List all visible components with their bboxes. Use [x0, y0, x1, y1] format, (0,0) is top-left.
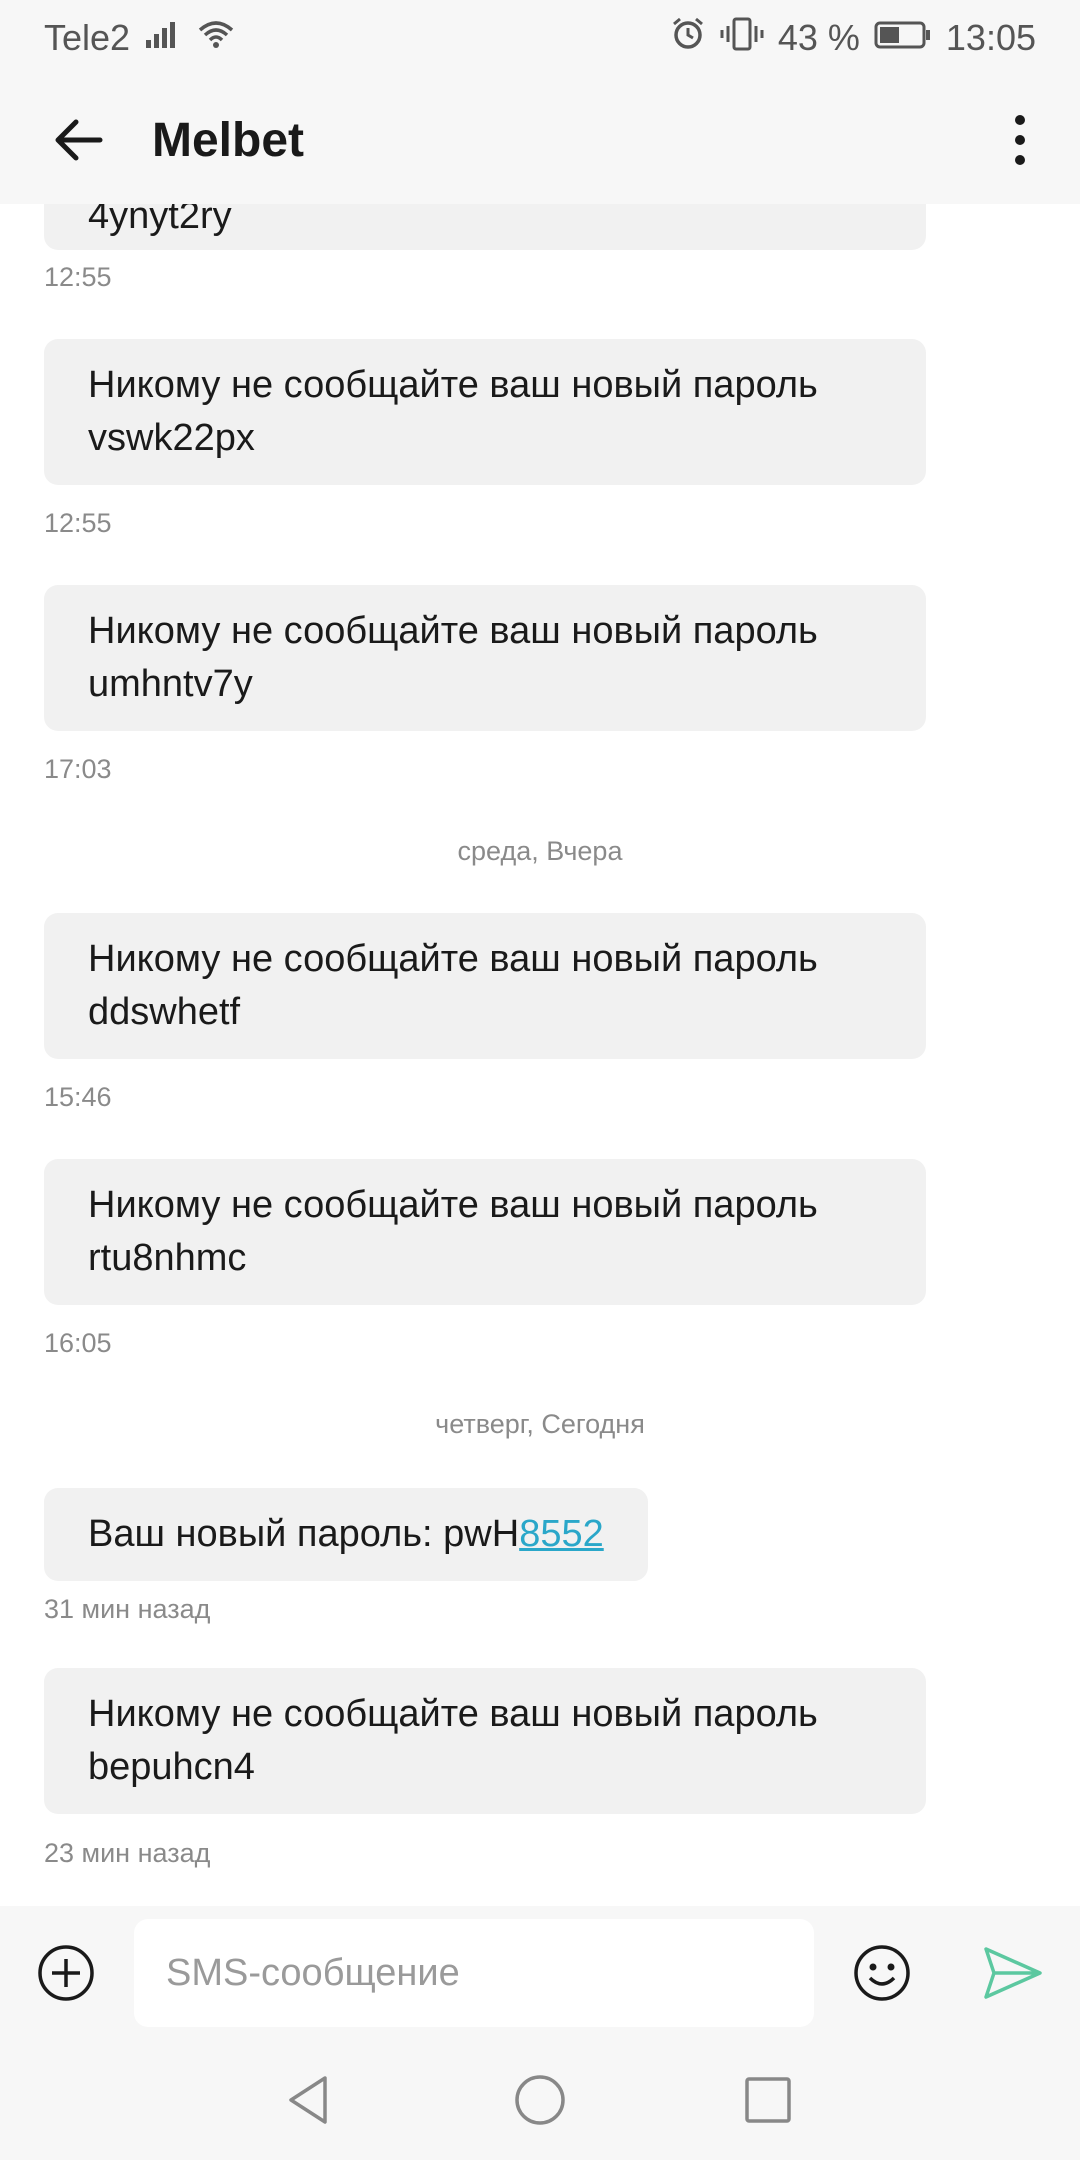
- message-line: Никому не сообщайте ваш новый пароль: [88, 938, 818, 980]
- message-time: 23 мин назад: [44, 1838, 211, 1868]
- message-bubble[interactable]: Никому не сообщайте ваш новый пароль vsw…: [44, 339, 926, 485]
- message-line: Никому не сообщайте ваш новый пароль: [88, 1693, 818, 1735]
- message-time: 16:05: [44, 1328, 112, 1358]
- message-bubble[interactable]: Ваш новый пароль: pwH8552: [44, 1488, 648, 1581]
- message-password: ddswhetf: [88, 991, 241, 1033]
- nav-home-icon: [515, 2075, 565, 2125]
- signal-icon: [144, 17, 182, 59]
- message-line: Никому не сообщайте ваш новый пароль: [88, 610, 818, 652]
- message-list[interactable]: 4ynyt2ry 12:55 Никому не сообщайте ваш н…: [0, 204, 1080, 1906]
- status-bar-right: 43 % 13:05: [670, 16, 1036, 61]
- message-password: umhntv7y: [88, 663, 253, 705]
- vibrate-icon: [720, 16, 764, 61]
- nav-home-button[interactable]: [510, 2070, 570, 2130]
- attach-button[interactable]: [36, 1943, 96, 2003]
- back-arrow-icon: [55, 119, 103, 161]
- message-bubble[interactable]: Никому не сообщайте ваш новый пароль rtu…: [44, 1159, 926, 1305]
- composer: [0, 1906, 1080, 2040]
- more-options-button[interactable]: [990, 102, 1050, 178]
- battery-percent: 43 %: [777, 17, 860, 58]
- battery-icon: [874, 17, 932, 59]
- message-time: 12:55: [44, 262, 112, 292]
- back-button[interactable]: [40, 102, 116, 178]
- message-bubble[interactable]: Никому не сообщайте ваш новый пароль bep…: [44, 1668, 926, 1814]
- message-bubble[interactable]: Никому не сообщайте ваш новый пароль umh…: [44, 585, 926, 731]
- message-time: 12:55: [44, 508, 112, 538]
- emoji-icon: [854, 1945, 910, 2001]
- message-text: 4ynyt2ry: [88, 204, 232, 237]
- sms-input[interactable]: [134, 1919, 814, 2027]
- message-password: vswk22px: [88, 417, 255, 459]
- app-bar: Melbet: [0, 76, 1080, 204]
- nav-back-button[interactable]: [279, 2070, 339, 2130]
- nav-back-icon: [289, 2076, 327, 2124]
- message-time: 15:46: [44, 1082, 112, 1112]
- more-vert-icon: [1015, 115, 1025, 165]
- message-time: 17:03: [44, 754, 112, 784]
- alarm-icon: [670, 16, 706, 61]
- carrier-label: Tele2: [44, 17, 131, 58]
- add-circle-icon: [38, 1945, 94, 2001]
- message-bubble[interactable]: Никому не сообщайте ваш новый пароль dds…: [44, 913, 926, 1059]
- send-button[interactable]: [982, 1943, 1044, 2003]
- message-password: bepuhcn4: [88, 1746, 255, 1788]
- wifi-icon: [196, 17, 236, 59]
- message-bubble[interactable]: 4ynyt2ry: [44, 204, 926, 250]
- navigation-bar: [0, 2040, 1080, 2160]
- code-link[interactable]: 8552: [519, 1513, 604, 1555]
- date-separator: четверг, Сегодня: [435, 1409, 645, 1439]
- send-icon: [984, 1947, 1042, 1999]
- message-line: Никому не сообщайте ваш новый пароль: [88, 1184, 818, 1226]
- emoji-button[interactable]: [852, 1943, 912, 2003]
- message-line: Никому не сообщайте ваш новый пароль: [88, 364, 818, 406]
- status-bar-left: Tele2: [44, 17, 236, 59]
- status-bar: Tele2 43 % 13:05: [0, 0, 1080, 76]
- nav-recents-icon: [745, 2077, 791, 2123]
- nav-recents-button[interactable]: [738, 2070, 798, 2130]
- conversation-title: Melbet: [152, 113, 305, 167]
- message-text: Ваш новый пароль: pwH: [88, 1513, 520, 1555]
- message-password: rtu8nhmc: [88, 1237, 247, 1279]
- date-separator: среда, Вчера: [457, 836, 623, 866]
- message-time: 31 мин назад: [44, 1594, 211, 1624]
- clock: 13:05: [945, 17, 1036, 58]
